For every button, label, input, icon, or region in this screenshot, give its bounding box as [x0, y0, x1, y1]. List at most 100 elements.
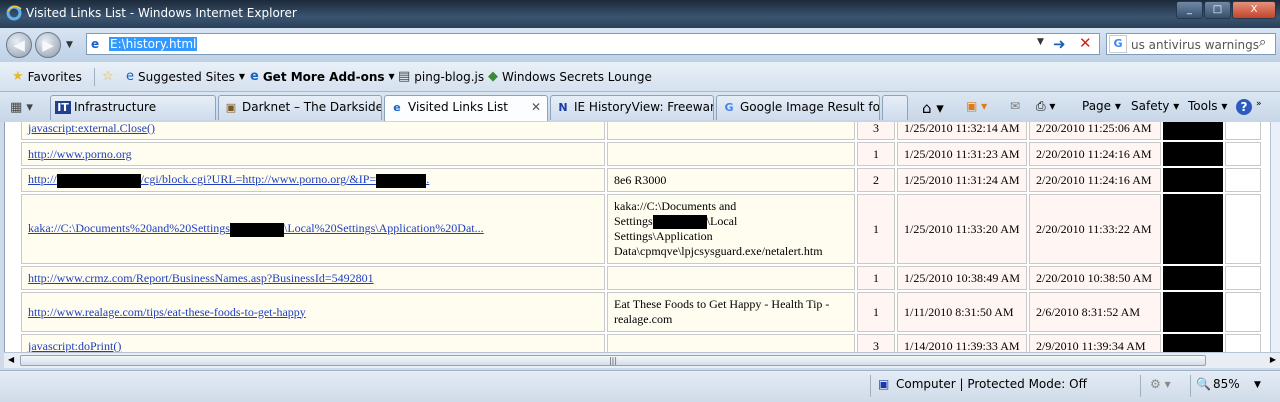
- first-visit-cell: 1/25/2010 11:32:14 AM: [897, 122, 1027, 140]
- maximize-button[interactable]: □: [1204, 1, 1231, 19]
- count-cell: 1: [857, 142, 895, 166]
- page-icon: e: [91, 37, 100, 51]
- forward-button[interactable]: ▶: [35, 32, 61, 58]
- last-visit-cell: 2/20/2010 11:33:22 AM: [1029, 194, 1161, 264]
- url-link[interactable]: http://www.realage.com/tips/eat-these-fo…: [28, 305, 306, 319]
- search-icon[interactable]: ⌕: [1259, 35, 1266, 50]
- tab-google-image-result[interactable]: G Google Image Result for...: [716, 95, 880, 120]
- table-row: http://www.porno.org 1 1/25/2010 11:31:2…: [21, 142, 1261, 166]
- url-part: /cgi/block.cgi?URL=http://www.porno.org/…: [140, 172, 377, 187]
- script-file-icon: ▤: [398, 69, 411, 84]
- first-visit-cell: 1/25/2010 11:31:23 AM: [897, 142, 1027, 166]
- title-line: realage.com: [614, 312, 673, 326]
- back-arrow-icon: ◀: [13, 36, 25, 54]
- fav-item-suggested-sites[interactable]: e Suggested Sites ▼: [126, 69, 245, 84]
- fav-item-get-more-addons[interactable]: e Get More Add-ons ▼: [250, 69, 395, 84]
- tab-darknet[interactable]: ▣ Darknet – The Darkside |...: [218, 95, 382, 120]
- site-icon: ◆: [488, 69, 498, 84]
- zoom-dropdown-icon[interactable]: ▼: [1254, 380, 1261, 390]
- window-title: Visited Links List - Windows Internet Ex…: [26, 6, 297, 20]
- divider: [870, 375, 871, 397]
- fav-item-ping-blog[interactable]: ▤ ping-blog.js: [398, 69, 484, 84]
- title-line: kaka://C:\Documents and: [614, 198, 737, 213]
- scrollbar-thumb[interactable]: |||: [20, 355, 1206, 366]
- go-button[interactable]: ➜: [1053, 35, 1066, 53]
- vertical-scrollbar[interactable]: [1270, 122, 1280, 352]
- url-link[interactable]: kaka://C:\Documents%20and%20Settings \Loc…: [28, 221, 484, 237]
- title-part: Settings: [614, 213, 653, 228]
- tab-infrastructure[interactable]: IT Infrastructure: [50, 95, 216, 120]
- stop-button[interactable]: ✕: [1079, 34, 1092, 52]
- count-cell: 3: [857, 122, 895, 140]
- url-cell[interactable]: http://www.crmz.com/Report/BusinessNames…: [21, 266, 605, 290]
- search-input[interactable]: us antivirus warnings: [1131, 38, 1259, 52]
- add-to-favorites-button[interactable]: ☆: [102, 69, 118, 84]
- feeds-icon[interactable]: ▣ ▾: [966, 99, 987, 113]
- page-menu[interactable]: Page ▾: [1082, 99, 1121, 113]
- tab-favicon-icon: IT: [55, 101, 71, 114]
- url-cell[interactable]: http://www.porno.org: [21, 142, 605, 166]
- horizontal-scrollbar[interactable]: ◀ ||| ▶: [4, 352, 1280, 368]
- title-line: Eat These Foods to Get Happy - Health Ti…: [614, 297, 830, 311]
- first-visit-cell: 1/25/2010 11:31:24 AM: [897, 168, 1027, 192]
- url-link[interactable]: javascript:external.Close(): [28, 122, 155, 135]
- title-cell: [607, 266, 855, 290]
- redaction-bar: [652, 215, 707, 230]
- home-icon[interactable]: ⌂ ▾: [922, 99, 944, 117]
- favorites-button[interactable]: ★ Favorites: [12, 69, 82, 84]
- minimize-button[interactable]: _: [1176, 1, 1203, 19]
- ie-logo-icon: [6, 5, 22, 21]
- title-cell: kaka://C:\Documents and Settings \Local S…: [607, 194, 855, 264]
- table-row: javascript:doPrint() 3 1/14/2010 11:39:3…: [21, 334, 1261, 352]
- url-link[interactable]: http://www.crmz.com/Report/BusinessNames…: [28, 271, 374, 285]
- url-cell[interactable]: javascript:external.Close(): [21, 122, 605, 140]
- zoom-icon[interactable]: 🔍: [1196, 377, 1211, 391]
- count-cell: 1: [857, 266, 895, 290]
- count-cell: 1: [857, 292, 895, 332]
- tab-visited-links-list[interactable]: e Visited Links List ✕: [384, 95, 548, 121]
- close-window-button[interactable]: X: [1232, 1, 1276, 19]
- back-button[interactable]: ◀: [6, 32, 32, 58]
- title-cell: [607, 142, 855, 166]
- google-search-icon[interactable]: G: [1109, 35, 1127, 53]
- address-toolbar: ◀ ▶ ▼ e E:\history.html ▼ ➜ ✕ G us antiv…: [0, 28, 1280, 62]
- page-content: javascript:external.Close() 3 1/25/2010 …: [4, 122, 1270, 352]
- address-dropdown-icon[interactable]: ▼: [1037, 37, 1044, 47]
- read-mail-icon[interactable]: ✉: [1010, 99, 1020, 113]
- url-cell[interactable]: http://www.realage.com/tips/eat-these-fo…: [21, 292, 605, 332]
- tab-ie-historyview[interactable]: N IE HistoryView: Freeware...: [550, 95, 714, 120]
- print-icon[interactable]: ⎙ ▾: [1036, 99, 1055, 114]
- redacted-cell: [1163, 334, 1223, 352]
- last-visit-cell: 2/20/2010 11:25:06 AM: [1029, 122, 1161, 140]
- table-row: http:// /cgi/block.cgi?URL=http://www.por…: [21, 168, 1261, 192]
- quick-tabs-icon[interactable]: ▦ ▾: [10, 100, 33, 115]
- new-tab-button[interactable]: [882, 95, 908, 120]
- url-link[interactable]: http:// /cgi/block.cgi?URL=http://www.por…: [28, 172, 429, 188]
- recent-pages-dropdown[interactable]: ▼: [66, 40, 73, 50]
- protected-mode-icon[interactable]: ⚙ ▾: [1150, 377, 1171, 391]
- search-box[interactable]: G us antivirus warnings ⌕: [1106, 33, 1276, 55]
- scroll-right-icon[interactable]: ▶: [1270, 355, 1276, 364]
- fav-item-windows-secrets-lounge[interactable]: ◆ Windows Secrets Lounge: [488, 69, 652, 84]
- url-cell[interactable]: http:// /cgi/block.cgi?URL=http://www.por…: [21, 168, 605, 192]
- zoom-level[interactable]: 85%: [1213, 377, 1240, 391]
- url-cell[interactable]: javascript:doPrint(): [21, 334, 605, 352]
- url-cell[interactable]: kaka://C:\Documents%20and%20Settings \Loc…: [21, 194, 605, 264]
- title-cell: [607, 334, 855, 352]
- address-bar[interactable]: e E:\history.html ▼ ➜ ✕: [86, 33, 1100, 55]
- chevron-more-icon[interactable]: »: [1256, 99, 1262, 109]
- address-input[interactable]: E:\history.html: [109, 37, 198, 51]
- count-cell: 2: [857, 168, 895, 192]
- divider: [1190, 375, 1191, 397]
- close-tab-icon[interactable]: ✕: [531, 100, 541, 114]
- favorites-star-icon: ★: [12, 69, 24, 84]
- safety-menu[interactable]: Safety ▾: [1131, 99, 1179, 113]
- help-icon[interactable]: ?: [1236, 99, 1252, 115]
- security-zone-status[interactable]: Computer | Protected Mode: Off: [896, 377, 1087, 391]
- url-link[interactable]: javascript:doPrint(): [28, 339, 121, 353]
- fav-item-label: ping-blog.js: [414, 69, 485, 84]
- ie-page-icon: e: [250, 69, 259, 84]
- tools-menu[interactable]: Tools ▾: [1188, 99, 1227, 113]
- scroll-left-icon[interactable]: ◀: [8, 355, 14, 364]
- url-link[interactable]: http://www.porno.org: [28, 147, 132, 161]
